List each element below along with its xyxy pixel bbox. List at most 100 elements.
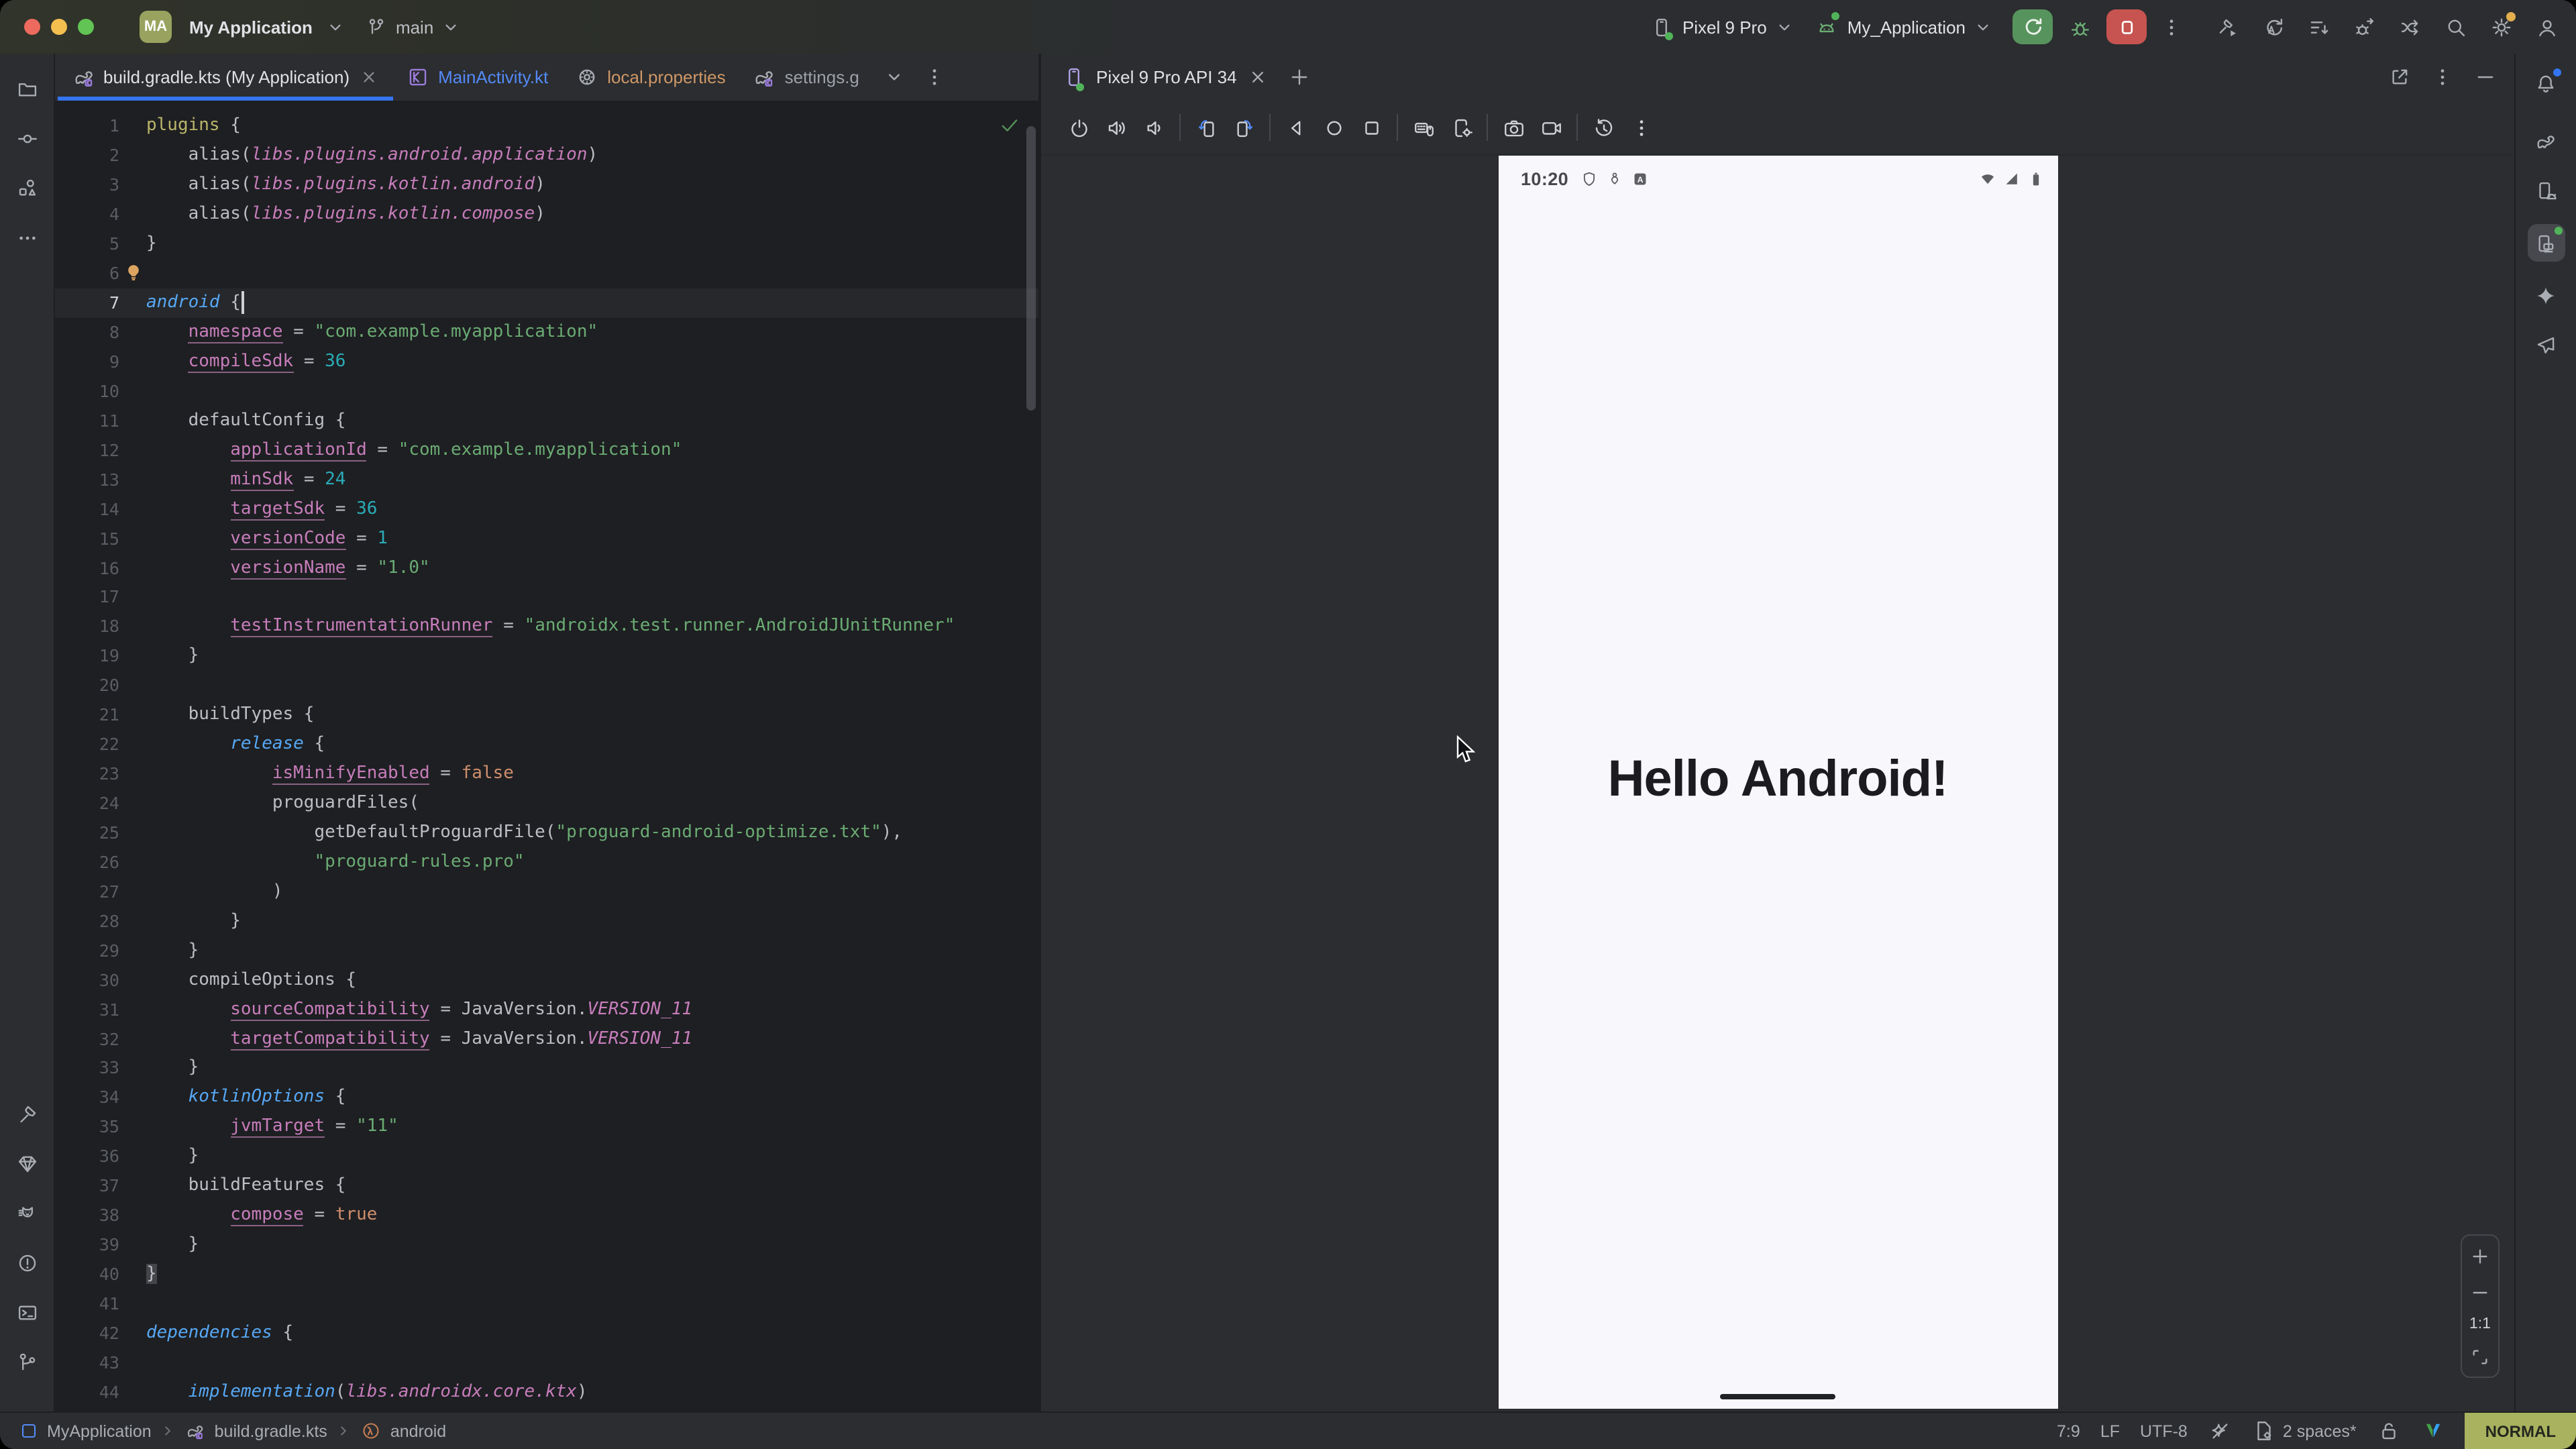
close-icon[interactable] (1246, 61, 1271, 93)
device-settings-icon[interactable] (1445, 111, 1477, 144)
more-vertical-icon[interactable] (1625, 111, 1657, 144)
title-bar: MA My Application main Pixel 9 Pro My_Ap… (0, 0, 2576, 54)
branch-widget[interactable]: main (365, 11, 462, 43)
lightbulb-icon[interactable] (119, 262, 146, 284)
run-configuration-selector[interactable]: My_Application (1814, 11, 1994, 43)
close-window-button[interactable] (24, 19, 40, 35)
build-variants-icon[interactable] (2302, 11, 2334, 43)
fit-screen-icon[interactable] (2468, 1344, 2492, 1368)
encoding-widget[interactable]: UTF-8 (2140, 1421, 2188, 1440)
gradle-icon[interactable] (2530, 125, 2562, 157)
zoom-in-icon[interactable] (2468, 1244, 2492, 1268)
code-text: } (146, 1058, 199, 1078)
gemini-gem-icon[interactable] (11, 1147, 43, 1179)
device-selector[interactable]: Pixel 9 Pro (1649, 11, 1795, 43)
running-devices-icon[interactable] (2527, 224, 2565, 262)
code-line-9: 9 compileSdk = 36 (55, 347, 1038, 376)
zoom-window-button[interactable] (78, 19, 94, 35)
structure-icon[interactable] (11, 172, 43, 204)
rerun-button[interactable] (2012, 9, 2053, 44)
device-manager-icon[interactable] (2530, 174, 2562, 207)
toolbar-separator (1269, 114, 1271, 141)
screen-record-icon[interactable] (1535, 111, 1567, 144)
emulator-screen[interactable]: 10:20 A Hello Android! (1498, 156, 2057, 1409)
indent-widget[interactable]: 2 spaces* (2252, 1415, 2357, 1447)
profiler-icon[interactable] (2394, 11, 2426, 43)
back-icon[interactable] (1280, 111, 1312, 144)
code-text: versionCode = 1 (146, 528, 388, 548)
breadcrumb-item[interactable]: build.gradle.kts (184, 1415, 327, 1447)
line-ending-widget[interactable]: LF (2100, 1421, 2120, 1440)
debug-button[interactable] (2063, 11, 2096, 43)
stop-button[interactable] (2106, 9, 2147, 44)
notifications-bell-icon[interactable] (2530, 67, 2562, 99)
rotate-right-icon[interactable] (1228, 111, 1260, 144)
overview-icon[interactable] (1355, 111, 1387, 144)
inspections-ok-icon[interactable] (993, 109, 1025, 141)
zoom-ratio-button[interactable]: 1:1 (2469, 1316, 2491, 1332)
code-line-29: 29 } (55, 936, 1038, 965)
settings-gear-icon[interactable] (2485, 11, 2517, 43)
more-vertical-icon[interactable] (918, 61, 951, 93)
account-icon[interactable] (2530, 11, 2563, 43)
vim-normal-mode-badge[interactable]: NORMAL (2465, 1413, 2576, 1449)
build-tool-icon[interactable] (11, 1097, 43, 1130)
project-folder-icon[interactable] (11, 72, 43, 105)
run-options-more-icon[interactable] (2155, 11, 2187, 43)
code-text: } (146, 1146, 199, 1167)
editor-tab-3[interactable]: local.properties (561, 54, 739, 101)
minimize-window-button[interactable] (51, 19, 67, 35)
home-icon[interactable] (1318, 111, 1350, 144)
project-widget[interactable]: MA My Application (140, 11, 346, 43)
build-hammer-icon[interactable] (2211, 11, 2243, 43)
editor-tab-4[interactable]: settings.g (739, 54, 873, 101)
caret-position-widget[interactable]: 7:9 (2057, 1421, 2080, 1440)
line-number: 8 (55, 322, 119, 342)
volume-up-icon[interactable] (1100, 111, 1132, 144)
line-number: 43 (55, 1352, 119, 1373)
code-text: proguardFiles( (146, 793, 419, 813)
code-text: } (146, 1234, 199, 1254)
close-icon[interactable] (358, 61, 379, 93)
open-in-window-icon[interactable] (2383, 61, 2415, 93)
terminal-icon[interactable] (11, 1296, 43, 1328)
editor-scrollbar[interactable] (1026, 126, 1036, 411)
line-number: 14 (55, 498, 119, 519)
breadcrumb-item[interactable]: MyApplication (16, 1415, 152, 1447)
volume-down-icon[interactable] (1138, 111, 1170, 144)
line-number: 33 (55, 1058, 119, 1078)
breadcrumb-item[interactable]: android (360, 1415, 446, 1447)
app-insights-icon[interactable] (2530, 329, 2562, 361)
editor-tab-2[interactable]: MainActivity.kt (392, 54, 561, 101)
vim-mode-icon[interactable] (2421, 1415, 2445, 1447)
hide-panel-icon[interactable] (2469, 61, 2501, 93)
ai-disabled-icon[interactable] (2208, 1415, 2232, 1447)
version-control-icon[interactable] (11, 1346, 43, 1378)
hardware-input-icon[interactable] (1407, 111, 1440, 144)
sync-project-icon[interactable] (2257, 11, 2289, 43)
add-device-tab-icon[interactable] (1284, 61, 1316, 93)
rotate-left-icon[interactable] (1190, 111, 1222, 144)
problems-icon[interactable] (11, 1246, 43, 1279)
editor-tab-bar: build.gradle.kts (My Application)MainAct… (55, 54, 1038, 102)
screenshot-icon[interactable] (1497, 111, 1529, 144)
search-everywhere-icon[interactable] (2439, 11, 2471, 43)
code-editor[interactable]: 1plugins {2 alias(libs.plugins.android.a… (55, 102, 1038, 1411)
gesture-handle[interactable] (1720, 1394, 1835, 1399)
power-icon[interactable] (1063, 111, 1095, 144)
zoom-out-icon[interactable] (2468, 1280, 2492, 1304)
more-vertical-icon[interactable] (2426, 61, 2458, 93)
unlock-icon[interactable] (2377, 1415, 2401, 1447)
gemini-sparkle-icon[interactable] (2530, 279, 2562, 311)
window-controls (24, 19, 94, 35)
attach-debugger-icon[interactable] (2348, 11, 2380, 43)
logcat-icon[interactable] (11, 1197, 43, 1229)
chevron-down-icon[interactable] (878, 61, 910, 93)
more-horizontal-icon[interactable] (11, 221, 43, 254)
editor-tab-1[interactable]: build.gradle.kts (My Application) (58, 54, 392, 101)
line-number: 11 (55, 411, 119, 431)
device-tab[interactable]: Pixel 9 Pro API 34 (1060, 61, 1271, 93)
snapshot-restore-icon[interactable] (1587, 111, 1619, 144)
device-clock: 10:20 (1521, 168, 1568, 189)
commit-icon[interactable] (11, 122, 43, 154)
